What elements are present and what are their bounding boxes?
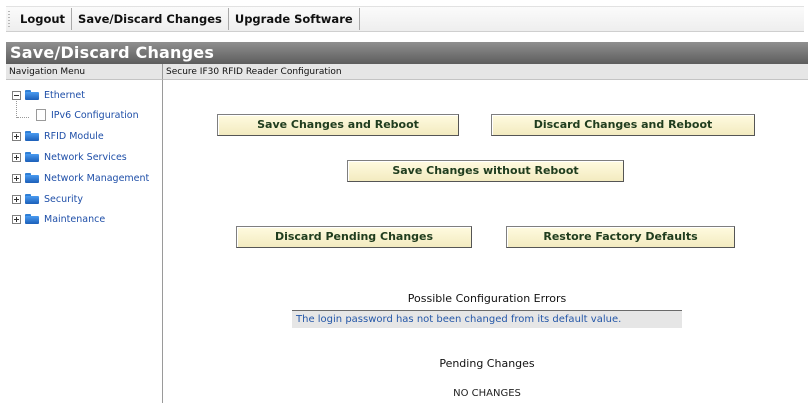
config-header: Secure IF30 RFID Reader Configuration — [163, 64, 808, 80]
nav-item-label: Network Services — [44, 151, 127, 163]
nav-item-security[interactable]: Security — [12, 191, 83, 207]
configuration-errors-title: Possible Configuration Errors — [407, 292, 567, 305]
expand-icon[interactable] — [12, 131, 21, 141]
nav-item-rfid-module[interactable]: RFID Module — [12, 128, 104, 144]
logout-button[interactable]: Logout — [14, 8, 73, 30]
nav-item-network-management[interactable]: Network Management — [12, 170, 149, 186]
discard-changes-reboot-button[interactable]: Discard Changes and Reboot — [491, 114, 755, 136]
page-title: Save/Discard Changes — [6, 42, 808, 64]
page-icon — [36, 109, 46, 121]
save-discard-changes-button[interactable]: Save/Discard Changes — [72, 8, 229, 30]
folder-icon — [25, 131, 39, 141]
pending-changes-title: Pending Changes — [439, 357, 535, 370]
folder-icon — [25, 194, 39, 204]
toolbar-strip: Logout Save/Discard Changes Upgrade Soft… — [6, 6, 804, 32]
expand-icon[interactable] — [12, 194, 21, 204]
nav-item-label: Maintenance — [44, 213, 106, 225]
restore-factory-defaults-button[interactable]: Restore Factory Defaults — [506, 226, 735, 248]
nav-item-label: Ethernet — [44, 89, 85, 101]
folder-icon — [25, 152, 39, 162]
folder-icon — [25, 90, 39, 100]
nav-item-ethernet[interactable]: Ethernet — [12, 87, 85, 103]
folder-icon — [25, 214, 39, 224]
toolbar-grip-icon — [8, 11, 10, 27]
save-changes-reboot-button[interactable]: Save Changes and Reboot — [217, 114, 459, 136]
expand-icon[interactable] — [12, 173, 21, 183]
discard-pending-changes-button[interactable]: Discard Pending Changes — [236, 226, 472, 248]
collapse-icon[interactable] — [12, 90, 21, 100]
nav-item-label: Security — [44, 193, 84, 205]
nav-item-label: Network Management — [44, 172, 150, 184]
folder-icon — [25, 173, 39, 183]
nav-item-label: IPv6 Configuration — [51, 109, 139, 121]
pending-changes-status: NO CHANGES — [453, 388, 521, 399]
upgrade-software-button[interactable]: Upgrade Software — [229, 8, 360, 30]
navigation-menu-header: Navigation Menu — [6, 64, 163, 80]
nav-item-ipv6-configuration[interactable]: IPv6 Configuration — [36, 107, 139, 123]
nav-item-maintenance[interactable]: Maintenance — [12, 211, 105, 227]
nav-item-label: RFID Module — [44, 130, 104, 142]
configuration-error-message: The login password has not been changed … — [292, 310, 682, 328]
expand-icon[interactable] — [12, 152, 21, 162]
save-changes-without-reboot-button[interactable]: Save Changes without Reboot — [347, 160, 624, 182]
expand-icon[interactable] — [12, 214, 21, 224]
top-toolbar: Logout Save/Discard Changes Upgrade Soft… — [0, 0, 808, 37]
nav-item-network-services[interactable]: Network Services — [12, 149, 127, 165]
tree-connector-line — [17, 117, 29, 118]
